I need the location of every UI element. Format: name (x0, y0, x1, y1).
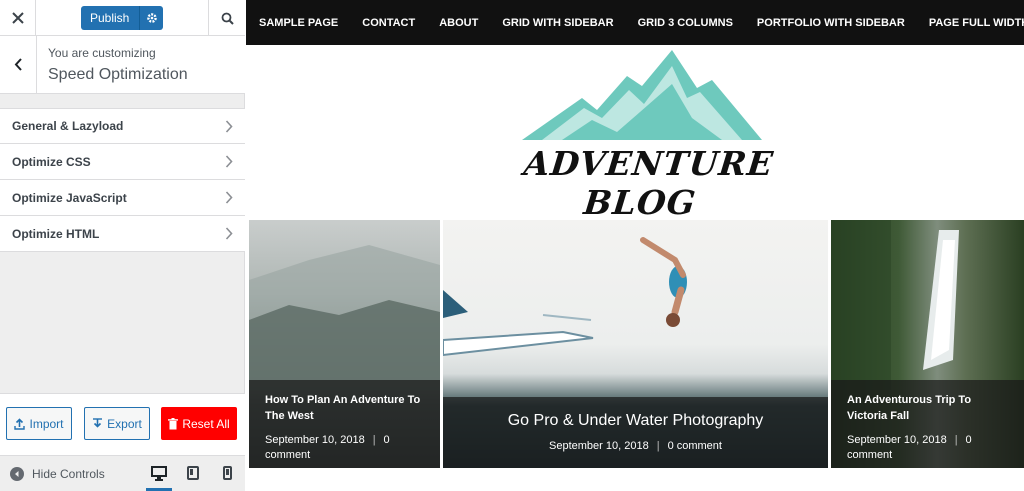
settings-action-bar: Import Export Reset All (0, 393, 245, 455)
nav-item-grid-with-sidebar[interactable]: GRID WITH SIDEBAR (502, 17, 613, 29)
diver-photo (443, 237, 687, 357)
logo-text: ADVENTURE BLOG (522, 144, 776, 222)
post-card[interactable]: An Adventurous Trip To Victoria Fall Sep… (831, 220, 1024, 468)
section-label: Optimize HTML (12, 226, 100, 241)
post-overlay: An Adventurous Trip To Victoria Fall Sep… (831, 380, 1024, 468)
post-date: September 10, 2018 (847, 434, 947, 446)
gear-icon (147, 13, 157, 23)
export-label: Export (107, 416, 142, 431)
post-meta: September 10, 2018 | 0 comment (265, 433, 424, 463)
back-button[interactable] (0, 36, 37, 93)
post-date: September 10, 2018 (549, 440, 649, 452)
customizing-header: You are customizing Speed Optimization (0, 36, 245, 94)
nav-item-about[interactable]: ABOUT (439, 17, 478, 29)
nav-item-portfolio-with-sidebar[interactable]: PORTFOLIO WITH SIDEBAR (757, 17, 905, 29)
import-button[interactable]: Import (6, 407, 72, 440)
download-icon (93, 417, 103, 428)
post-comments[interactable]: 0 comment (668, 440, 722, 452)
publish-button[interactable]: Publish (81, 6, 164, 30)
customizer-sidebar: Publish You are customizing Speed Optimi… (0, 0, 245, 491)
section-list: General & Lazyload Optimize CSS Optimize… (0, 108, 245, 252)
search-button[interactable] (208, 0, 245, 36)
section-label: General & Lazyload (12, 119, 124, 133)
chevron-left-icon (14, 58, 22, 71)
close-icon (11, 12, 24, 24)
nav-item-sample-page[interactable]: SAMPLE PAGE (259, 17, 338, 29)
export-button[interactable]: Export (84, 407, 150, 440)
waterfall-photo (831, 220, 959, 390)
nav-item-contact[interactable]: CONTACT (362, 17, 415, 29)
customizer-footer: Hide Controls (0, 455, 245, 491)
import-label: Import (29, 416, 64, 431)
chevron-right-icon (225, 155, 233, 168)
post-card[interactable]: How To Plan An Adventure To The West Sep… (249, 220, 440, 468)
customizing-label: You are customizing (48, 46, 156, 60)
post-meta: September 10, 2018 | 0 comment (847, 433, 1008, 463)
site-preview: SAMPLE PAGE CONTACT ABOUT GRID WITH SIDE… (246, 0, 1024, 491)
panel-title: Speed Optimization (48, 66, 188, 83)
reset-all-button[interactable]: Reset All (161, 407, 237, 440)
reset-label: Reset All (182, 416, 230, 431)
hide-controls-label: Hide Controls (32, 467, 105, 481)
customizer-topbar: Publish (0, 0, 245, 36)
tablet-icon (187, 466, 199, 480)
customizer-window: Publish You are customizing Speed Optimi… (0, 0, 1024, 491)
upload-icon (14, 417, 26, 430)
section-optimize-javascript[interactable]: Optimize JavaScript (0, 180, 245, 216)
section-label: Optimize JavaScript (12, 190, 127, 205)
post-meta: September 10, 2018 | 0 comment (443, 439, 828, 454)
preview-desktop-button[interactable] (146, 464, 172, 491)
meta-separator: | (372, 434, 376, 446)
publish-label: Publish (90, 11, 130, 25)
preview-mobile-button[interactable] (218, 464, 236, 482)
section-optimize-html[interactable]: Optimize HTML (0, 216, 245, 252)
post-overlay: How To Plan An Adventure To The West Sep… (249, 380, 440, 468)
publish-settings-button[interactable] (139, 6, 163, 30)
section-general-lazyload[interactable]: General & Lazyload (0, 108, 245, 144)
nav-item-grid-3-columns[interactable]: GRID 3 COLUMNS (638, 17, 733, 29)
collapse-icon (10, 467, 24, 481)
post-title[interactable]: How To Plan An Adventure To The West (265, 392, 424, 424)
meta-separator: | (656, 440, 660, 452)
mountain-logo-icon (522, 50, 762, 140)
mobile-icon (222, 466, 232, 480)
hide-controls-button[interactable]: Hide Controls (10, 467, 105, 481)
trash-icon (168, 417, 179, 429)
main-navigation: SAMPLE PAGE CONTACT ABOUT GRID WITH SIDE… (246, 0, 1024, 45)
post-date: September 10, 2018 (265, 434, 365, 446)
site-logo[interactable]: ADVENTURE BLOG (522, 48, 776, 222)
post-title[interactable]: Go Pro & Under Water Photography (443, 411, 828, 431)
search-icon (221, 12, 234, 25)
chevron-right-icon (225, 191, 233, 204)
section-optimize-css[interactable]: Optimize CSS (0, 144, 245, 180)
close-customizer-button[interactable] (0, 0, 36, 36)
desktop-icon (151, 465, 167, 481)
meta-separator: | (954, 434, 958, 446)
mountain-photo (249, 245, 440, 390)
post-overlay: Go Pro & Under Water Photography Septemb… (443, 397, 828, 468)
post-title[interactable]: An Adventurous Trip To Victoria Fall (847, 392, 1008, 424)
post-card-featured[interactable]: Go Pro & Under Water Photography Septemb… (443, 220, 828, 468)
nav-item-page-full-width[interactable]: PAGE FULL WIDTH (929, 17, 1024, 29)
chevron-right-icon (225, 227, 233, 240)
section-label: Optimize CSS (12, 154, 91, 169)
preview-tablet-button[interactable] (184, 464, 202, 482)
chevron-right-icon (225, 120, 233, 133)
